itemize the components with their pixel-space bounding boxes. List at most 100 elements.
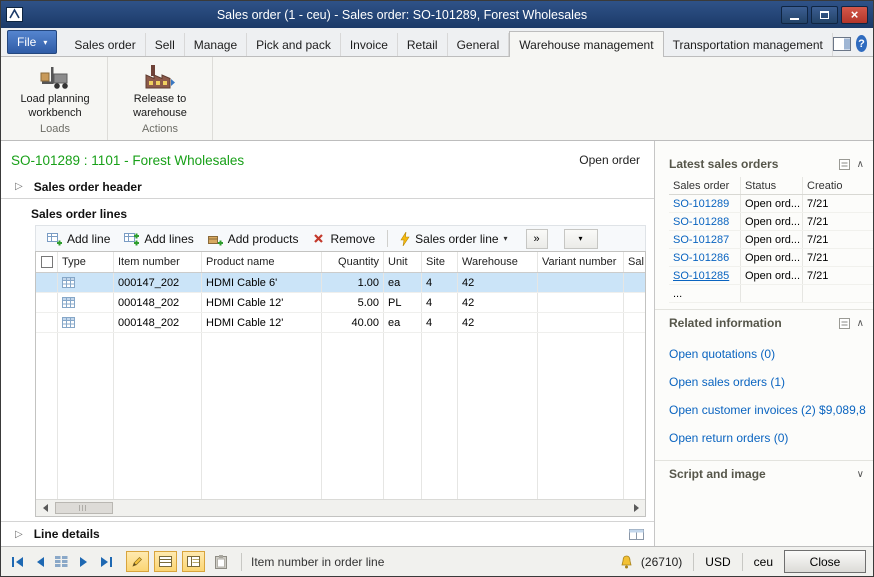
scroll-right-button[interactable] [628, 500, 645, 516]
close-form-button[interactable]: Close [784, 550, 866, 573]
tab-invoice[interactable]: Invoice [341, 33, 398, 56]
column-header-warehouse[interactable]: Warehouse [458, 252, 538, 272]
horizontal-scrollbar[interactable] [36, 499, 645, 516]
latest-order-row[interactable]: SO-101286 Open ord... 7/21 [669, 249, 873, 267]
notification-count[interactable]: (26710) [641, 555, 682, 569]
first-record-button[interactable] [8, 552, 27, 571]
grid-row[interactable]: 000148_202 HDMI Cable 12' 40.00 ea 4 42 [36, 313, 645, 333]
tab-manage[interactable]: Manage [185, 33, 247, 56]
sales-order-link[interactable]: SO-101289 [673, 198, 729, 210]
remove-button[interactable]: Remove [306, 230, 381, 248]
collapse-icon[interactable]: ∧ [857, 159, 864, 170]
section-sales-order-header[interactable]: ▷ Sales order header [1, 175, 654, 199]
window-title: Sales order (1 - ceu) - Sales order: SO-… [29, 8, 775, 22]
tab-transportation-management[interactable]: Transportation management [664, 33, 833, 56]
records-list-button[interactable] [52, 552, 71, 571]
sales-order-link[interactable]: SO-101287 [673, 234, 729, 246]
latest-order-row[interactable]: SO-101285 Open ord... 7/21 [669, 267, 873, 285]
unit-cell: PL [384, 293, 422, 312]
maximize-button[interactable] [811, 6, 838, 24]
column-header-unit[interactable]: Unit [384, 252, 422, 272]
row-selector[interactable] [36, 293, 58, 312]
collapse-icon[interactable]: ∧ [857, 318, 864, 329]
open-customer-invoices-link[interactable]: Open customer invoices (2) $9,089,8 [669, 396, 873, 424]
factbox-header[interactable]: Latest sales orders ∧ [655, 151, 873, 177]
toolbar-overflow-button[interactable]: » [526, 229, 548, 249]
tab-retail[interactable]: Retail [398, 33, 448, 56]
document-handling-button[interactable] [209, 551, 232, 572]
row-selector[interactable] [36, 313, 58, 332]
column-header-product-name[interactable]: Product name [202, 252, 322, 272]
help-icon: ? [858, 38, 865, 50]
latest-order-row[interactable]: SO-101288 Open ord... 7/21 [669, 213, 873, 231]
layout-pane-button[interactable] [833, 37, 851, 51]
expand-icon[interactable]: ∨ [857, 469, 864, 480]
sales-order-link[interactable]: SO-101285 [673, 270, 729, 282]
tab-warehouse-management[interactable]: Warehouse management [509, 31, 663, 57]
sales-order-line-menu-button[interactable]: Sales order line ▾ [394, 230, 513, 248]
add-line-button[interactable]: Add line [41, 230, 116, 248]
file-menu-label: File [17, 35, 36, 49]
select-all-checkbox[interactable] [36, 252, 58, 272]
next-record-button[interactable] [74, 552, 93, 571]
tab-sell[interactable]: Sell [146, 33, 185, 56]
close-window-button[interactable]: × [841, 6, 868, 24]
release-to-warehouse-button[interactable]: Release to warehouse [112, 59, 208, 123]
details-view-button[interactable] [182, 551, 205, 572]
minimize-button[interactable] [781, 6, 808, 24]
column-header-sales-order[interactable]: Sales order [669, 177, 741, 194]
empty-cell [803, 285, 873, 302]
column-header-site[interactable]: Site [422, 252, 458, 272]
grid-view-button[interactable] [154, 551, 177, 572]
column-header-item-number[interactable]: Item number [114, 252, 202, 272]
company-indicator[interactable]: ceu [754, 555, 773, 569]
sales-order-lines-grid: Type Item number Product name Quantity U… [35, 251, 646, 517]
tab-pick-and-pack[interactable]: Pick and pack [247, 33, 341, 56]
latest-order-row[interactable]: SO-101287 Open ord... 7/21 [669, 231, 873, 249]
bell-icon [619, 555, 634, 569]
column-header-creation[interactable]: Creatio [803, 177, 873, 194]
tab-sales-order[interactable]: Sales order [65, 33, 145, 56]
sales-order-link[interactable]: SO-101286 [673, 252, 729, 264]
file-menu-button[interactable]: File ▾ [7, 30, 57, 54]
latest-orders-more-row[interactable]: ... [669, 285, 873, 303]
statusbar-separator [241, 553, 242, 571]
factbox-header[interactable]: Script and image ∨ [655, 461, 873, 487]
scrollbar-thumb[interactable] [55, 502, 113, 514]
add-products-icon [208, 232, 223, 246]
line-details-pane-button[interactable] [629, 529, 644, 540]
more-rows-indicator[interactable]: ... [669, 285, 741, 302]
open-sales-orders-link[interactable]: Open sales orders (1) [669, 368, 873, 396]
factbox-header[interactable]: Related information ∧ [655, 310, 873, 336]
toolbar-dropdown-button[interactable]: ▾ [564, 229, 598, 249]
expand-right-icon: ▷ [15, 529, 23, 540]
column-header-quantity[interactable]: Quantity [322, 252, 384, 272]
variant-number-cell [538, 273, 624, 292]
help-button[interactable]: ? [856, 35, 867, 52]
latest-orders-table: Sales order Status Creatio SO-101289 Ope… [669, 177, 873, 303]
row-selector[interactable] [36, 273, 58, 292]
latest-order-row[interactable]: SO-101289 Open ord... 7/21 [669, 195, 873, 213]
open-quotations-link[interactable]: Open quotations (0) [669, 340, 873, 368]
add-products-button[interactable]: Add products [202, 230, 305, 248]
sales-order-link[interactable]: SO-101288 [673, 216, 729, 228]
factbox-menu-button[interactable] [839, 159, 850, 170]
column-header-variant-number[interactable]: Variant number [538, 252, 624, 272]
notifications-button[interactable] [618, 551, 636, 572]
add-lines-button[interactable]: Add lines [118, 230, 199, 248]
factbox-menu-button[interactable] [839, 318, 850, 329]
scroll-left-button[interactable] [36, 500, 53, 516]
tab-general[interactable]: General [448, 33, 510, 56]
line-details-grid-icon [629, 529, 644, 540]
grid-row[interactable]: 000148_202 HDMI Cable 12' 5.00 PL 4 42 [36, 293, 645, 313]
open-return-orders-link[interactable]: Open return orders (0) [669, 424, 873, 452]
column-header-status[interactable]: Status [741, 177, 803, 194]
load-planning-workbench-button[interactable]: Load planning workbench [7, 59, 103, 123]
edit-record-button[interactable] [126, 551, 149, 572]
last-record-button[interactable] [96, 552, 115, 571]
section-line-details[interactable]: ▷ Line details [1, 521, 654, 546]
previous-record-button[interactable] [30, 552, 49, 571]
column-header-type[interactable]: Type [58, 252, 114, 272]
grid-row[interactable]: 000147_202 HDMI Cable 6' 1.00 ea 4 42 [36, 273, 645, 293]
column-header-sales[interactable]: Sal [624, 252, 645, 272]
